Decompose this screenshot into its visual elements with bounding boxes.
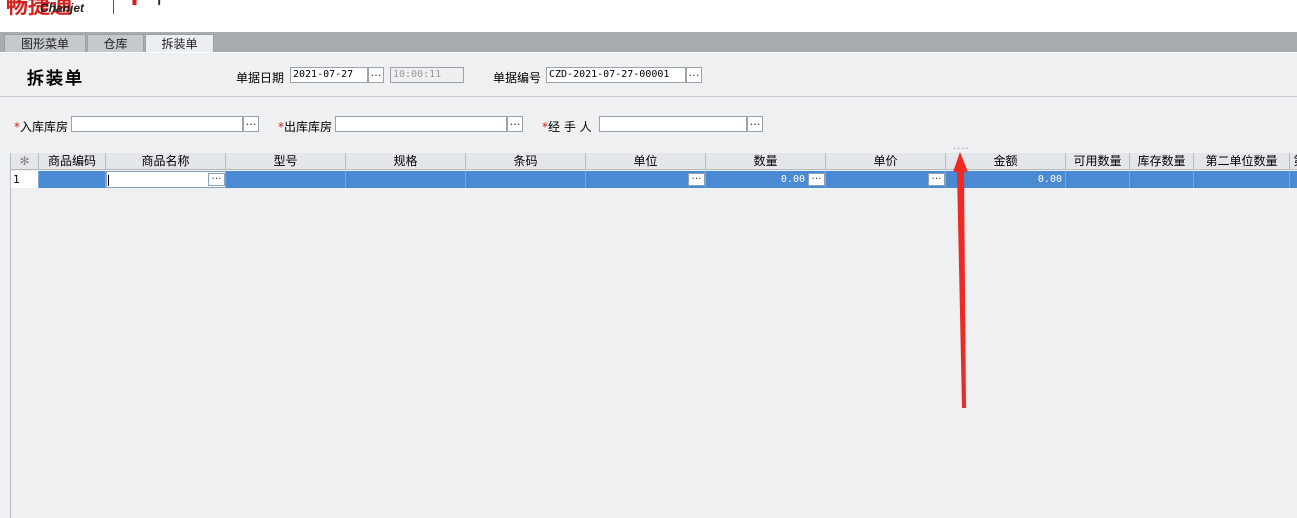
ellipsis-icon: …	[509, 115, 521, 128]
unit-price-lookup-button[interactable]: …	[928, 171, 945, 186]
page-title: 拆装单	[27, 69, 84, 89]
cell-amount[interactable]: 0.00	[946, 171, 1066, 188]
date-field[interactable]: 2021-07-27	[290, 67, 368, 83]
ellipsis-icon: …	[931, 171, 942, 182]
in-warehouse-label: *入库库房	[14, 118, 68, 135]
ellipsis-icon: …	[211, 171, 222, 182]
ellipsis-icon: …	[691, 171, 702, 182]
brand-logo-text: Chanjet	[40, 1, 85, 15]
logo-strip: 畅捷通 Chanjet T +	[0, 0, 1297, 30]
cell-barcode[interactable]	[466, 171, 586, 188]
logo-divider	[113, 0, 114, 14]
column-header-product-code[interactable]: 商品编码	[39, 153, 106, 170]
cell-truncated[interactable]	[1290, 171, 1297, 188]
column-header-product-name[interactable]: 商品名称	[106, 153, 226, 170]
ellipsis-icon: …	[688, 66, 700, 79]
cell-product-code[interactable]	[39, 171, 106, 188]
document-number-field[interactable]: CZD-2021-07-27-00001	[546, 67, 686, 83]
column-header-spec[interactable]: 规格	[346, 153, 466, 170]
ellipsis-icon: …	[749, 115, 761, 128]
quantity-lookup-button[interactable]: …	[808, 171, 825, 186]
document-number-button[interactable]: …	[686, 67, 702, 83]
tab-warehouse[interactable]: 仓库	[87, 34, 144, 52]
number-label: 单据编号	[493, 71, 542, 85]
row-number[interactable]: 1	[11, 171, 39, 188]
time-field: 10:00:11	[390, 67, 464, 83]
ellipsis-icon: …	[811, 171, 822, 182]
in-warehouse-lookup-button[interactable]: …	[243, 116, 259, 132]
ellipsis-icon: …	[245, 115, 257, 128]
date-picker-button[interactable]: …	[368, 67, 384, 83]
out-warehouse-label: *出库库房	[278, 118, 332, 135]
unit-lookup-button[interactable]: …	[688, 171, 705, 186]
handler-label: *经 手 人	[542, 118, 592, 135]
text-caret	[108, 175, 109, 186]
cell-available-qty[interactable]	[1066, 171, 1130, 188]
tab-graphic-menu[interactable]: 图形菜单	[4, 34, 86, 52]
grid-corner[interactable]: ✻	[11, 153, 39, 170]
column-header-model[interactable]: 型号	[226, 153, 346, 170]
tab-bar: 图形菜单 仓库 拆装单	[0, 32, 1297, 52]
product-name-lookup-button[interactable]: …	[208, 171, 225, 186]
handler-input[interactable]	[599, 116, 747, 132]
column-header-second-unit-qty[interactable]: 第二单位数量	[1194, 153, 1290, 170]
column-header-unit-price[interactable]: 单价	[826, 153, 946, 170]
column-header-barcode[interactable]: 条码	[466, 153, 586, 170]
product-logo-text: +	[150, 0, 168, 11]
column-header-available-qty[interactable]: 可用数量	[1066, 153, 1130, 170]
column-header-truncated[interactable]: 第	[1290, 153, 1297, 170]
out-warehouse-lookup-button[interactable]: …	[507, 116, 523, 132]
handler-lookup-button[interactable]: …	[747, 116, 763, 132]
in-warehouse-input[interactable]	[71, 116, 243, 132]
cell-spec[interactable]	[346, 171, 466, 188]
date-label: 单据日期	[236, 71, 285, 85]
out-warehouse-label-text: 出库库房	[284, 120, 333, 134]
column-header-unit[interactable]: 单位	[586, 153, 706, 170]
in-warehouse-label-text: 入库库房	[20, 120, 69, 134]
product-logo-mark: T	[127, 0, 142, 11]
document-header: 拆装单 单据日期 2021-07-27 … 10:00:11 单据编号 CZD-…	[0, 53, 1297, 97]
column-header-quantity[interactable]: 数量	[706, 153, 826, 170]
column-header-stock-qty[interactable]: 库存数量	[1130, 153, 1194, 170]
items-grid: ✻ 商品编码 商品名称 型号 规格 条码 单位 数量 单价 金额 可用数量 库存…	[10, 153, 1297, 518]
cell-stock-qty[interactable]	[1130, 171, 1194, 188]
ellipsis-icon: …	[370, 66, 382, 79]
cell-second-unit-qty[interactable]	[1194, 171, 1290, 188]
cell-model[interactable]	[226, 171, 346, 188]
out-warehouse-input[interactable]	[335, 116, 507, 132]
handler-label-text: 经 手 人	[548, 120, 592, 134]
column-header-amount[interactable]: 金额	[946, 153, 1066, 170]
tab-disassembly-order[interactable]: 拆装单	[145, 34, 214, 52]
